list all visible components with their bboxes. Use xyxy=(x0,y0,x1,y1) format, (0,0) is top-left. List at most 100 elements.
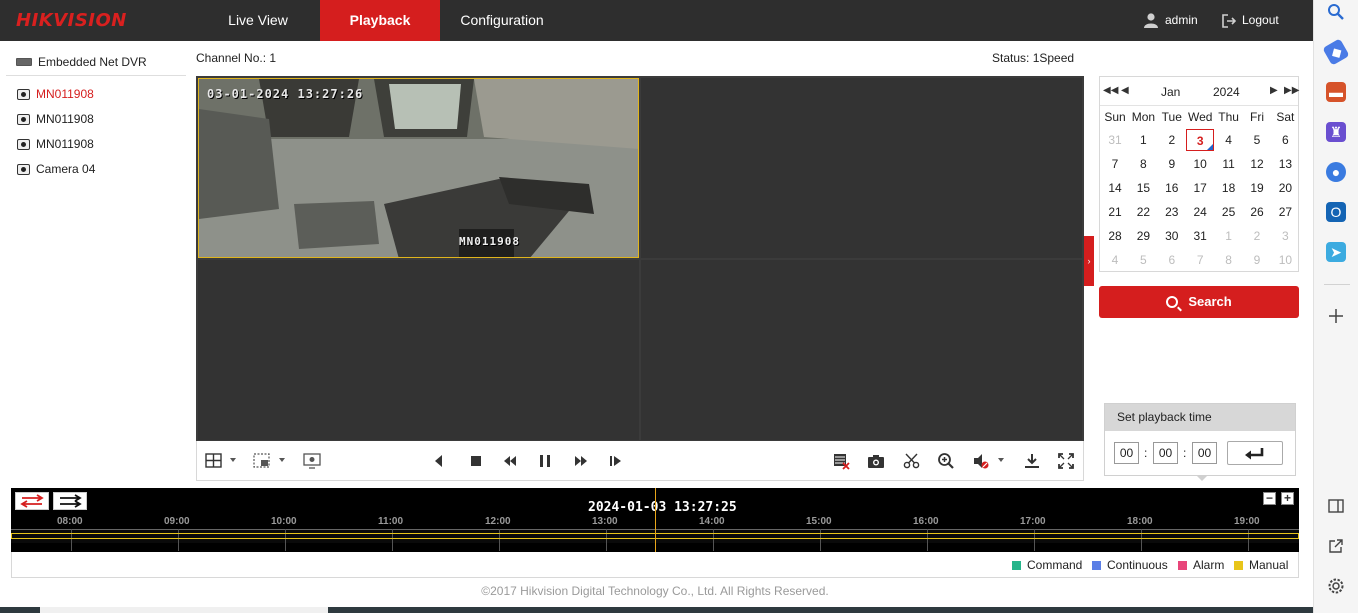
calendar-day[interactable]: 9 xyxy=(1243,249,1271,271)
external-link-icon[interactable] xyxy=(1326,536,1346,556)
window-layout-icon[interactable] xyxy=(205,452,223,470)
calendar-day[interactable]: 4 xyxy=(1101,249,1129,271)
next-year-icon[interactable]: ▶▶ xyxy=(1284,85,1299,96)
calendar-day[interactable]: 1 xyxy=(1129,129,1157,151)
prev-month-icon[interactable]: ◀ xyxy=(1121,85,1129,96)
calendar-day[interactable]: 20 xyxy=(1271,177,1299,199)
calendar-year[interactable]: 2024 xyxy=(1213,85,1240,99)
copilot-icon[interactable]: ● xyxy=(1326,162,1346,182)
calendar-day[interactable]: 5 xyxy=(1243,129,1271,151)
sidebar-toggle-icon[interactable] xyxy=(1326,496,1346,516)
calendar-day[interactable]: 16 xyxy=(1158,177,1186,199)
next-month-icon[interactable]: ▶ xyxy=(1270,85,1278,96)
calendar-day[interactable]: 10 xyxy=(1186,153,1214,175)
video-pane-2[interactable] xyxy=(641,78,1082,258)
calendar-day[interactable]: 12 xyxy=(1243,153,1271,175)
single-frame-icon[interactable] xyxy=(607,452,625,470)
tab-playback[interactable]: Playback xyxy=(320,0,440,41)
stop-all-recording-icon[interactable] xyxy=(832,452,850,470)
timeline-swap-red-button[interactable] xyxy=(15,492,49,510)
calendar-day[interactable]: 31 xyxy=(1186,225,1214,247)
calendar-day[interactable]: 18 xyxy=(1215,177,1243,199)
playback-timeline[interactable]: 2024-01-03 13:27:25 08:00 09:00 10:00 11:00… xyxy=(11,488,1299,552)
briefcase-icon[interactable]: ▬ xyxy=(1326,82,1346,102)
calendar-day[interactable]: 21 xyxy=(1101,201,1129,223)
calendar-day[interactable]: 6 xyxy=(1158,249,1186,271)
reverse-play-icon[interactable] xyxy=(430,452,448,470)
calendar-day[interactable]: 26 xyxy=(1243,201,1271,223)
stream-select-icon[interactable] xyxy=(253,452,271,470)
logout-link[interactable]: Logout xyxy=(1242,0,1279,41)
timeline-swap-black-button[interactable] xyxy=(53,492,87,510)
user-name[interactable]: admin xyxy=(1165,0,1198,41)
download-icon[interactable] xyxy=(1023,452,1041,470)
chess-icon[interactable]: ♜ xyxy=(1326,122,1346,142)
calendar-day[interactable]: 5 xyxy=(1129,249,1157,271)
clip-scissors-icon[interactable] xyxy=(903,452,921,470)
fast-forward-icon[interactable] xyxy=(572,452,590,470)
calendar-day[interactable]: 11 xyxy=(1215,153,1243,175)
calendar-day[interactable]: 4 xyxy=(1215,129,1243,151)
capture-camera-icon[interactable] xyxy=(867,452,885,470)
audio-monitor-icon[interactable] xyxy=(303,452,321,470)
calendar-day[interactable]: 8 xyxy=(1129,153,1157,175)
calendar-day[interactable]: 31 xyxy=(1101,129,1129,151)
tab-configuration[interactable]: Configuration xyxy=(444,0,560,41)
calendar-day[interactable]: 17 xyxy=(1186,177,1214,199)
video-pane-4[interactable] xyxy=(641,260,1082,440)
calendar-day[interactable]: 28 xyxy=(1101,225,1129,247)
zoom-out-icon[interactable]: − xyxy=(1263,492,1276,505)
settings-gear-icon[interactable] xyxy=(1326,576,1346,596)
prev-year-icon[interactable]: ◀◀ xyxy=(1103,85,1118,96)
hour-field[interactable]: 00 xyxy=(1114,442,1139,464)
calendar-day[interactable]: 10 xyxy=(1271,249,1299,271)
second-field[interactable]: 00 xyxy=(1192,442,1217,464)
calendar-day[interactable]: 30 xyxy=(1158,225,1186,247)
chevron-down-icon[interactable] xyxy=(230,458,236,462)
calendar-day[interactable]: 27 xyxy=(1271,201,1299,223)
calendar-day[interactable]: 3 xyxy=(1186,129,1215,151)
timeline-playhead[interactable] xyxy=(655,488,656,552)
calendar-day[interactable]: 22 xyxy=(1129,201,1157,223)
minute-field[interactable]: 00 xyxy=(1153,442,1178,464)
calendar-day[interactable]: 6 xyxy=(1271,129,1299,151)
calendar-day[interactable]: 2 xyxy=(1243,225,1271,247)
chevron-down-icon[interactable] xyxy=(998,458,1004,462)
calendar-month[interactable]: Jan xyxy=(1161,85,1180,99)
calendar-day[interactable]: 8 xyxy=(1215,249,1243,271)
outlook-icon[interactable]: O xyxy=(1326,202,1346,222)
calendar-day[interactable]: 9 xyxy=(1158,153,1186,175)
tab-live-view[interactable]: Live View xyxy=(198,0,318,41)
zoom-in-icon[interactable]: + xyxy=(1281,492,1294,505)
calendar-day[interactable]: 15 xyxy=(1129,177,1157,199)
calendar-day[interactable]: 7 xyxy=(1101,153,1129,175)
calendar-day[interactable]: 13 xyxy=(1271,153,1299,175)
calendar-day[interactable]: 7 xyxy=(1186,249,1214,271)
search-icon[interactable] xyxy=(1326,2,1346,22)
calendar-day[interactable]: 3 xyxy=(1271,225,1299,247)
calendar-day[interactable]: 23 xyxy=(1158,201,1186,223)
add-icon[interactable] xyxy=(1326,306,1346,326)
apply-time-button[interactable] xyxy=(1227,441,1283,465)
tag-icon[interactable]: ◆ xyxy=(1322,38,1350,66)
calendar-day[interactable]: 24 xyxy=(1186,201,1214,223)
search-button[interactable]: Search xyxy=(1099,286,1299,318)
calendar-day[interactable]: 14 xyxy=(1101,177,1129,199)
chevron-down-icon[interactable] xyxy=(279,458,285,462)
calendar-day[interactable]: 29 xyxy=(1129,225,1157,247)
pause-icon[interactable] xyxy=(536,452,554,470)
digital-zoom-icon[interactable] xyxy=(937,452,955,470)
logout-icon[interactable] xyxy=(1222,14,1236,28)
stop-icon[interactable] xyxy=(467,452,485,470)
slow-forward-icon[interactable] xyxy=(501,452,519,470)
audio-off-icon[interactable] xyxy=(972,452,990,470)
send-icon[interactable]: ➤ xyxy=(1326,242,1346,262)
calendar-day[interactable]: 25 xyxy=(1215,201,1243,223)
calendar-day[interactable]: 19 xyxy=(1243,177,1271,199)
fullscreen-icon[interactable] xyxy=(1057,452,1075,470)
video-pane-3[interactable] xyxy=(198,260,639,440)
calendar-day[interactable]: 2 xyxy=(1158,129,1186,151)
collapse-panel-tab[interactable]: › xyxy=(1084,236,1094,286)
calendar-day[interactable]: 1 xyxy=(1215,225,1243,247)
video-pane-1[interactable]: 03-01-2024 13:27:26 MN011908 xyxy=(198,78,639,258)
